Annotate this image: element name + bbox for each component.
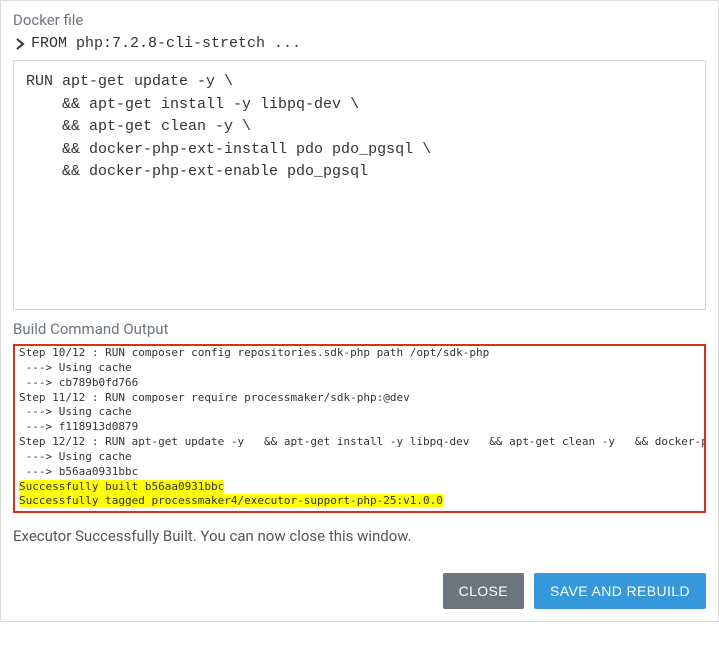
dockerfile-from-toggle[interactable]: FROM php:7.2.8-cli-stretch ... <box>13 35 706 52</box>
chevron-right-icon <box>15 37 25 51</box>
dockerfile-body-textarea[interactable]: RUN apt-get update -y \ && apt-get insta… <box>13 60 706 310</box>
log-line: ---> Using cache <box>19 405 132 418</box>
log-line: ---> Using cache <box>19 361 132 374</box>
build-output-log[interactable]: Step 10/12 : RUN composer config reposit… <box>15 346 704 511</box>
dockerfile-label: Docker file <box>13 11 706 29</box>
from-line-text: FROM php:7.2.8-cli-stretch ... <box>31 35 301 52</box>
close-button[interactable]: CLOSE <box>443 573 524 609</box>
log-line: Step 10/12 : RUN composer config reposit… <box>19 346 489 359</box>
log-line: ---> f118913d0879 <box>19 420 138 433</box>
log-line: ---> cb789b0fd766 <box>19 376 138 389</box>
build-output-frame: Step 10/12 : RUN composer config reposit… <box>13 344 706 513</box>
save-rebuild-button[interactable]: SAVE AND REBUILD <box>534 573 706 609</box>
log-line: Step 11/12 : RUN composer require proces… <box>19 391 410 404</box>
log-line: ---> Using cache <box>19 450 132 463</box>
build-status-text: Executor Successfully Built. You can now… <box>13 527 706 545</box>
build-output-label: Build Command Output <box>13 320 706 338</box>
log-line: Successfully tagged processmaker4/execut… <box>19 494 443 507</box>
dialog-buttons: CLOSE SAVE AND REBUILD <box>13 573 706 609</box>
log-line: Step 12/12 : RUN apt-get update -y && ap… <box>19 435 704 448</box>
executor-dialog: Docker file FROM php:7.2.8-cli-stretch .… <box>0 0 719 622</box>
log-line: ---> b56aa0931bbc <box>19 465 138 478</box>
log-line: Successfully built b56aa0931bbc <box>19 480 224 493</box>
